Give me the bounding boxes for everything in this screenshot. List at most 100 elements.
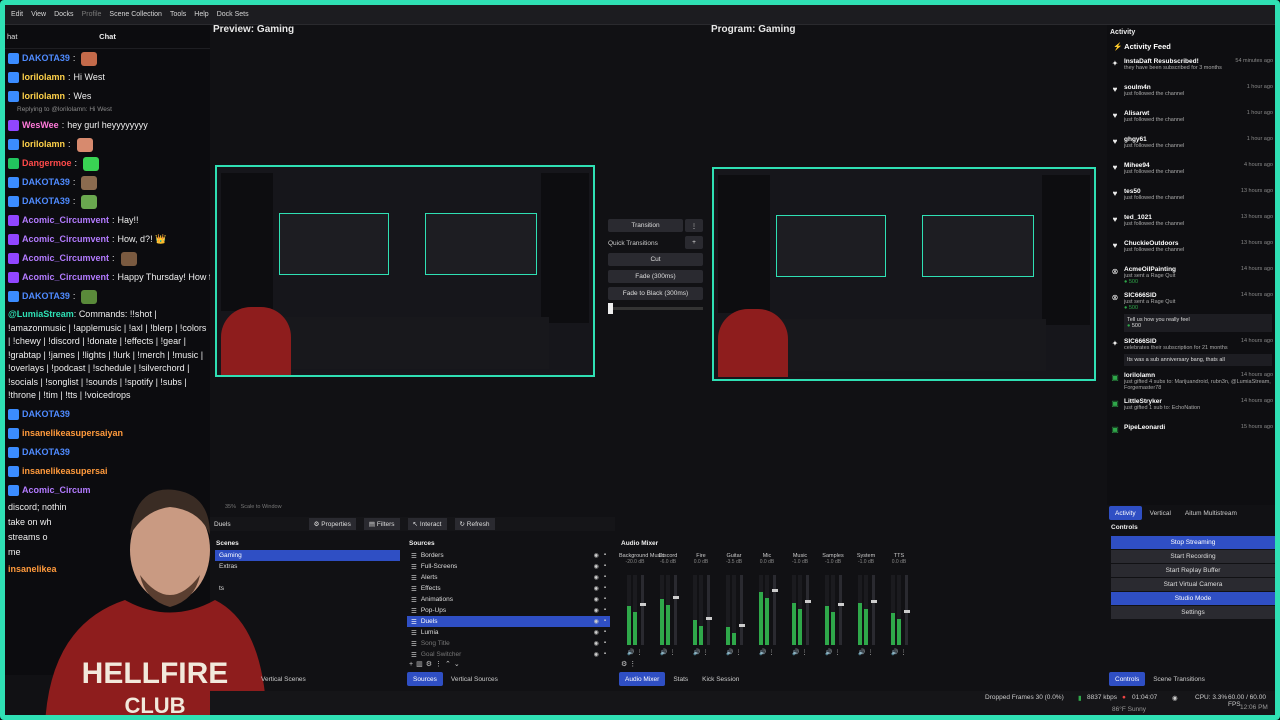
chat-message[interactable]: Acomic_Circumvent: Happy Thursday! How f… — [5, 268, 210, 287]
speaker-icon[interactable]: 🔊 — [660, 650, 667, 656]
chat-username[interactable]: Acomic_Circumvent — [22, 214, 109, 227]
chat-message[interactable]: insanelikeasupersaiyan — [5, 424, 210, 443]
properties-button[interactable]: ⚙ Properties — [308, 518, 356, 530]
chat-message[interactable]: lorilolamn: Hi West — [5, 68, 210, 87]
source-item[interactable]: ☰ Borders ◉ ▪ — [407, 550, 610, 561]
menu-item-view[interactable]: View — [31, 11, 46, 18]
channel-controls[interactable]: 🔊 ⋮ — [850, 649, 882, 656]
interact-button[interactable]: ↖ Interact — [407, 518, 447, 530]
channel-controls[interactable]: 🔊 ⋮ — [652, 649, 684, 656]
source-item[interactable]: ☰ Lumia ◉ ▪ — [407, 627, 610, 638]
fader-handle[interactable] — [739, 624, 745, 627]
activity-item[interactable]: ▣ PipeLeonardi 15 hours ago — [1107, 421, 1275, 447]
menu-item-dock-sets[interactable]: Dock Sets — [217, 11, 249, 18]
tab-aitum-multistream[interactable]: Aitum Multistream — [1179, 506, 1243, 520]
eye-icon[interactable]: ◉ — [594, 596, 599, 603]
channel-controls[interactable]: 🔊 ⋮ — [883, 649, 915, 656]
chat-message[interactable]: DAKOTA39: — [5, 49, 210, 68]
chat-username[interactable]: Acomic_Circumvent — [22, 271, 109, 284]
eye-icon[interactable]: ◉ — [594, 640, 599, 647]
scene-item[interactable] — [215, 572, 400, 583]
remove-source-icon[interactable]: ▥ — [416, 661, 426, 668]
chat-username[interactable]: DAKOTA39 — [22, 195, 70, 208]
tab-sources[interactable]: Sources — [407, 672, 443, 686]
quick-transition-fade[interactable]: Fade (300ms) — [608, 270, 703, 283]
activity-feed-list[interactable]: ✦ InstaDaft Resubscribed! they have been… — [1107, 55, 1275, 447]
activity-item[interactable]: ♥ ted_1021 just followed the channel 13 … — [1107, 211, 1275, 237]
preview-screen[interactable] — [215, 165, 595, 377]
volume-fader[interactable] — [805, 575, 811, 645]
scenes-list[interactable]: Gaming Extras ts — [215, 550, 400, 650]
start-virtual-camera-button[interactable]: Start Virtual Camera — [1111, 578, 1275, 591]
fader-handle[interactable] — [706, 617, 712, 620]
tab-vertical-scenes[interactable]: Vertical Scenes — [255, 672, 312, 686]
channel-more-icon[interactable]: ⋮ — [901, 650, 907, 656]
source-item[interactable]: ☰ Song Title ◉ ▪ — [407, 638, 610, 649]
channel-controls[interactable]: 🔊 ⋮ — [718, 649, 750, 656]
lock-icon[interactable]: ▪ — [604, 640, 606, 647]
source-item[interactable]: ☰ Alerts ◉ ▪ — [407, 572, 610, 583]
chat-message-commands[interactable]: @LumiaStream: Commands: !!shot | !amazon… — [5, 306, 210, 405]
menu-item-scene-collection[interactable]: Scene Collection — [109, 11, 162, 18]
filters-button[interactable]: ▤ Filters — [363, 518, 400, 530]
speaker-icon[interactable]: 🔊 — [825, 650, 832, 656]
chat-username[interactable]: DAKOTA39 — [22, 290, 70, 303]
channel-more-icon[interactable]: ⋮ — [736, 650, 742, 656]
volume-fader[interactable] — [838, 575, 844, 645]
channel-controls[interactable]: 🔊 ⋮ — [619, 649, 651, 656]
activity-item[interactable]: ♥ ChuckieOutdoors just followed the chan… — [1107, 237, 1275, 263]
tab-activity[interactable]: Activity — [1109, 506, 1142, 520]
lock-icon[interactable]: ▪ — [604, 651, 606, 658]
speaker-icon[interactable]: 🔊 — [726, 650, 733, 656]
quick-transition-cut[interactable]: Cut — [608, 253, 703, 266]
activity-item[interactable]: ♥ Alisarwt just followed the channel 1 h… — [1107, 107, 1275, 133]
source-item[interactable]: ☰ Pop-Ups ◉ ▪ — [407, 605, 610, 616]
chat-message[interactable]: lorilolamn: Wes — [5, 87, 210, 106]
eye-icon[interactable]: ◉ — [594, 552, 599, 559]
eye-icon[interactable]: ◉ — [594, 629, 599, 636]
volume-fader[interactable] — [871, 575, 877, 645]
lock-icon[interactable]: ▪ — [604, 607, 606, 614]
speaker-icon[interactable]: 🔊 — [792, 650, 799, 656]
chat-message[interactable]: DAKOTA39 — [5, 405, 210, 424]
chat-username[interactable]: DAKOTA39 — [22, 52, 70, 65]
activity-item[interactable]: ♥ tes50 just followed the channel 13 hou… — [1107, 185, 1275, 211]
mixer-footer-controls[interactable]: ⚙ ⋮ — [621, 660, 636, 668]
eye-icon[interactable]: ◉ — [594, 618, 599, 625]
more-icon[interactable]: ⋮ — [435, 661, 445, 668]
chat-message[interactable]: DAKOTA39: — [5, 173, 210, 192]
chat-message[interactable]: WesWee: hey gurl heyyyyyyyy — [5, 116, 210, 135]
chat-username[interactable]: lorilolamn — [22, 90, 65, 103]
refresh-button[interactable]: ↻ Refresh — [454, 518, 495, 530]
chat-username[interactable]: Acomic_Circumvent — [22, 252, 109, 265]
speaker-icon[interactable]: 🔊 — [891, 650, 898, 656]
move-down-icon[interactable]: ⌄ — [454, 661, 463, 668]
volume-fader[interactable] — [904, 575, 910, 645]
scene-item[interactable]: ts — [215, 583, 400, 594]
activity-item[interactable]: ♥ Mihee94 just followed the channel 4 ho… — [1107, 159, 1275, 185]
channel-controls[interactable]: 🔊 ⋮ — [784, 649, 816, 656]
source-settings-icon[interactable]: ⚙ — [426, 661, 435, 668]
transition-menu-button[interactable]: ⋮ — [685, 219, 703, 232]
chat-username[interactable]: @LumiaStream — [8, 309, 74, 319]
sources-list[interactable]: ☰ Borders ◉ ▪ ☰ Full-Screens ◉ ▪ ☰ Alerts ◉ ▪ ☰ Ef… — [407, 550, 610, 660]
menu-item-help[interactable]: Help — [194, 11, 208, 18]
activity-item[interactable]: ♥ soulm4n just followed the channel 1 ho… — [1107, 81, 1275, 107]
chat-message[interactable]: DAKOTA39: — [5, 192, 210, 211]
tbar-handle[interactable] — [608, 303, 613, 314]
move-up-icon[interactable]: ⌃ — [445, 661, 454, 668]
activity-item[interactable]: ♥ ghgy61 just followed the channel 1 hou… — [1107, 133, 1275, 159]
speaker-icon[interactable]: 🔊 — [759, 650, 766, 656]
tab-audio-mixer[interactable]: Audio Mixer — [619, 672, 666, 686]
chat-message[interactable]: Acomic_Circumvent: How, d?! 👑 — [5, 230, 210, 249]
eye-icon[interactable]: ◉ — [594, 651, 599, 658]
lock-icon[interactable]: ▪ — [604, 596, 606, 603]
quick-transition-fade-black[interactable]: Fade to Black (300ms) — [608, 287, 703, 300]
mixer-more-icon[interactable]: ⋮ — [629, 661, 636, 668]
scene-item-gaming[interactable]: Gaming — [215, 550, 400, 561]
chat-message[interactable]: DAKOTA39 — [5, 443, 210, 462]
channel-more-icon[interactable]: ⋮ — [835, 650, 841, 656]
chat-username[interactable]: insanelikeasupersaiyan — [22, 427, 123, 440]
fader-handle[interactable] — [673, 596, 679, 599]
fader-handle[interactable] — [805, 600, 811, 603]
